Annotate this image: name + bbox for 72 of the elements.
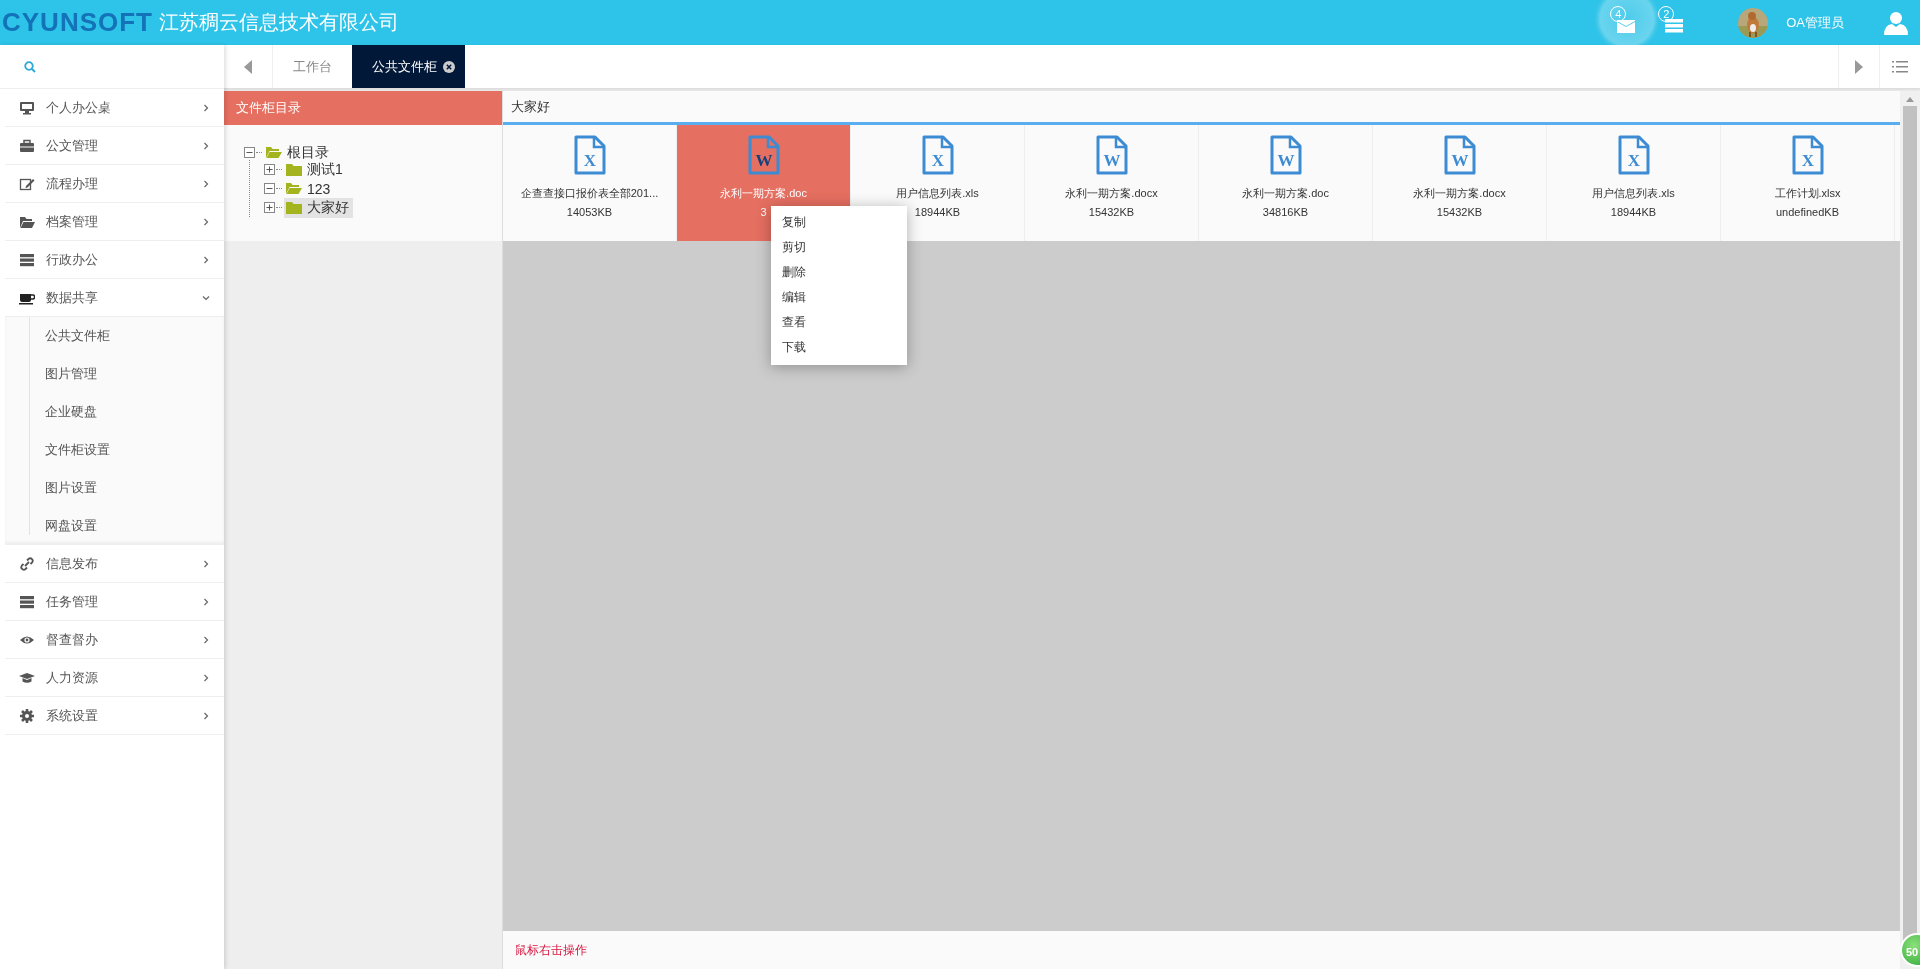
context-menu-item[interactable]: 下载 [771, 335, 907, 360]
submenu-item[interactable]: 文件柜设置 [5, 431, 224, 469]
file-size: 18944KB [1610, 206, 1657, 218]
search-icon[interactable] [24, 60, 36, 73]
menu-item[interactable]: 系统设置 [5, 697, 224, 735]
file-size: 14053KB [566, 206, 613, 218]
stack-icon [19, 593, 35, 610]
tab[interactable]: 公共文件柜 [352, 45, 465, 88]
folder-title: 大家好 [503, 91, 1900, 125]
file-name: 永利一期方案.docx [1065, 186, 1158, 201]
folder-icon [266, 145, 282, 160]
scroll-up-icon[interactable] [1906, 97, 1914, 102]
file-name: 用户信息列表.xls [896, 186, 979, 201]
document-icon: X [921, 135, 954, 175]
file-size: 15432KB [1088, 206, 1135, 218]
document-icon: X [1617, 135, 1650, 175]
file-size: 3 [760, 206, 767, 218]
file-name: 工作计划.xlsx [1774, 186, 1841, 201]
menu-item[interactable]: 公文管理 [5, 127, 224, 165]
scroll-right-icon[interactable] [1855, 59, 1863, 74]
submenu-item[interactable]: 企业硬盘 [5, 393, 224, 431]
tree-node[interactable]: 大家好 [284, 197, 353, 218]
user-icon[interactable] [1884, 10, 1908, 35]
file-name: 永利一期方案.doc [720, 186, 807, 201]
file-name: 企查查接口报价表全部201... [520, 186, 659, 201]
expand-icon[interactable] [264, 164, 275, 175]
document-icon: W [747, 135, 780, 175]
menu-icon[interactable] [1892, 60, 1908, 73]
submenu-item[interactable]: 网盘设置 [5, 507, 224, 545]
menu-item[interactable]: 行政办公 [5, 241, 224, 279]
file-size: 18944KB [914, 206, 961, 218]
tree-node[interactable]: 123 [284, 179, 335, 198]
document-icon: X [1791, 135, 1824, 175]
submenu-item[interactable]: 公共文件柜 [5, 317, 224, 355]
document-icon: X [573, 135, 606, 175]
mail-icon[interactable] [1617, 20, 1636, 33]
monitor-icon [19, 99, 35, 116]
menu-item[interactable]: 档案管理 [5, 203, 224, 241]
company-name: 江苏稠云信息技术有限公司 [159, 10, 399, 35]
folder-icon [286, 200, 302, 215]
logo: CYUNSOFT [2, 7, 153, 38]
stack-icon[interactable] [1665, 19, 1684, 33]
stack-icon [19, 251, 35, 268]
context-menu-item[interactable]: 编辑 [771, 285, 907, 310]
file-name: 永利一期方案.docx [1413, 186, 1506, 201]
briefcase-icon [19, 137, 35, 154]
link-icon [19, 555, 35, 572]
submenu-item[interactable]: 图片管理 [5, 355, 224, 393]
file-size: 34816KB [1262, 206, 1309, 218]
context-menu-item[interactable]: 删除 [771, 260, 907, 285]
tab[interactable]: 工作台 [273, 45, 352, 88]
expand-icon[interactable] [264, 202, 275, 213]
file-name: 用户信息列表.xls [1592, 186, 1675, 201]
document-icon: W [1269, 135, 1302, 175]
menu-item[interactable]: 任务管理 [5, 583, 224, 621]
settings-icon [19, 707, 35, 724]
file-size: undefinedKB [1776, 206, 1839, 218]
file-name: 永利一期方案.doc [1242, 186, 1329, 201]
collapse-icon[interactable] [264, 183, 275, 194]
file-size: 15432KB [1436, 206, 1483, 218]
submenu-item[interactable]: 图片设置 [5, 469, 224, 507]
context-menu-item[interactable]: 查看 [771, 310, 907, 335]
document-icon: W [1095, 135, 1128, 175]
scroll-left-icon[interactable] [244, 59, 252, 74]
panel-title: 文件柜目录 [224, 91, 502, 125]
document-icon: W [1443, 135, 1476, 175]
folder-icon [286, 181, 302, 196]
folder-icon [286, 162, 302, 177]
hint-text: 鼠标右击操作 [503, 931, 1900, 969]
close-icon[interactable] [443, 60, 455, 73]
menu-item[interactable]: 个人办公桌 [5, 89, 224, 127]
collapse-icon[interactable] [244, 147, 255, 158]
